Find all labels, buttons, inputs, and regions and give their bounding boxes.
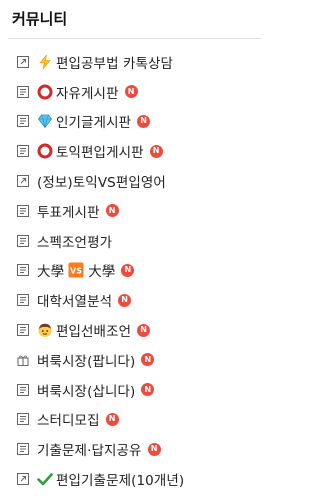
board-item-toeic-transfer[interactable]: 토익편입게시판 N xyxy=(0,136,269,166)
document-icon xyxy=(17,85,29,98)
board-label: 스터디모집 xyxy=(37,413,100,430)
board-item-spec-review[interactable]: 스펙조언평가 xyxy=(0,226,269,256)
board-item-toeic-vs-english[interactable]: (정보)토익VS편입영어 xyxy=(0,166,269,196)
board-item-senior-advice[interactable]: 편입선배조언 N xyxy=(0,315,269,345)
board-label: 편입공부법 카톡상담 xyxy=(56,55,174,72)
board-label: 투표게시판 xyxy=(37,204,100,221)
document-icon xyxy=(17,204,29,217)
new-badge: N xyxy=(121,263,135,277)
gift-icon xyxy=(17,354,29,366)
document-icon xyxy=(17,294,29,307)
new-badge: N xyxy=(149,144,163,158)
checkmark-icon xyxy=(37,471,53,487)
document-icon xyxy=(17,115,29,128)
board-item-past-exams-10y[interactable]: 편입기출문제(10개년) xyxy=(0,464,269,494)
board-item-market-buy[interactable]: 벼룩시장(삽니다) N xyxy=(0,375,269,405)
board-label: 벼룩시장(삽니다) xyxy=(37,383,136,400)
new-badge: N xyxy=(141,383,155,397)
new-badge: N xyxy=(137,323,151,337)
gem-icon xyxy=(37,113,53,129)
lightning-icon xyxy=(37,54,53,70)
document-icon xyxy=(17,234,29,247)
panel-title: 커뮤니티 xyxy=(12,10,68,28)
board-item-past-exam-share[interactable]: 기출문제·답지공유 N xyxy=(0,434,269,464)
board-label: 인기글게시판 xyxy=(56,115,132,132)
board-label: 토익편입게시판 xyxy=(56,145,144,162)
external-link-icon xyxy=(17,473,29,486)
title-divider xyxy=(8,38,261,39)
external-link-icon xyxy=(17,55,29,68)
boy-face-icon xyxy=(37,322,53,338)
new-badge: N xyxy=(141,353,155,367)
board-label: 벼룩시장(팝니다) xyxy=(37,353,136,370)
board-label: 편입기출문제(10개년) xyxy=(56,473,185,490)
red-circle-icon xyxy=(37,84,53,100)
board-item-study-group[interactable]: 스터디모집 N xyxy=(0,405,269,435)
new-badge: N xyxy=(105,412,119,426)
board-label-left: 大學 xyxy=(37,264,65,281)
red-circle-icon xyxy=(37,143,53,159)
external-link-icon xyxy=(17,175,29,188)
new-badge: N xyxy=(137,114,151,128)
board-item-kakao-consult[interactable]: 편입공부법 카톡상담 xyxy=(0,47,269,77)
document-icon xyxy=(17,324,29,337)
new-badge: N xyxy=(147,442,161,456)
community-panel: 커뮤니티 편입공부법 카톡상담 자유게시판 N 인기글게시판 N 토익편입게시판… xyxy=(0,0,269,500)
document-icon xyxy=(17,145,29,158)
vs-icon-text: VS xyxy=(70,267,82,276)
board-label: 스펙조언평가 xyxy=(37,234,113,251)
board-item-market-sell[interactable]: 벼룩시장(팝니다) N xyxy=(0,345,269,375)
board-item-popular[interactable]: 인기글게시판 N xyxy=(0,107,269,137)
board-label: (정보)토익VS편입영어 xyxy=(37,175,166,192)
board-label: 자유게시판 xyxy=(56,85,119,102)
board-list: 편입공부법 카톡상담 자유게시판 N 인기글게시판 N 토익편입게시판 N (정… xyxy=(0,47,269,494)
board-label: 대학서열분석 xyxy=(37,294,113,311)
new-badge: N xyxy=(124,85,138,99)
document-icon xyxy=(17,443,29,456)
document-icon xyxy=(17,383,29,396)
document-icon xyxy=(17,413,29,426)
board-item-free[interactable]: 자유게시판 N xyxy=(0,77,269,107)
new-badge: N xyxy=(118,293,132,307)
new-badge: N xyxy=(105,204,119,218)
board-item-university-vs[interactable]: 大學 VS 大學 N xyxy=(0,256,269,286)
board-label-right: 大學 xyxy=(88,264,116,281)
board-label: 편입선배조언 xyxy=(56,324,132,341)
board-item-ranking[interactable]: 대학서열분석 N xyxy=(0,285,269,315)
document-icon xyxy=(17,264,29,277)
board-item-vote[interactable]: 투표게시판 N xyxy=(0,196,269,226)
vs-icon: VS xyxy=(68,262,84,278)
board-label: 기출문제·답지공유 xyxy=(37,443,142,460)
